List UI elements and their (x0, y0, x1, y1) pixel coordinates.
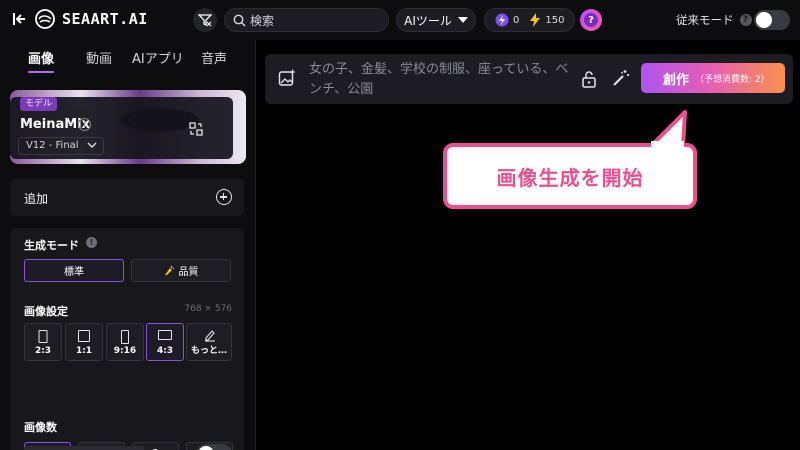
mode-quality-button[interactable]: 品質 (131, 259, 231, 282)
prompt-input[interactable]: 女の子、金髪、学校の制服、座っている、ベンチ、公園 (309, 60, 569, 100)
filter-icon (198, 14, 212, 27)
swap-model-icon[interactable] (188, 121, 204, 137)
cut-off-setting-label (24, 446, 144, 450)
ratio-portrait-icon (38, 330, 48, 343)
seaart-logo-icon (35, 9, 55, 29)
legacy-mode-label: 従来モード (676, 13, 734, 27)
model-badge: モデル (20, 97, 58, 111)
callout-pointer-mask (651, 141, 684, 149)
prompt-bar: 女の子、金髪、学校の制服、座っている、ベンチ、公園 創作 （予想消費数: 2） (265, 54, 793, 104)
lightning-icon (530, 13, 541, 27)
ai-tools-label: AIツール (404, 13, 452, 28)
ratio-landscape-icon (158, 330, 172, 340)
ai-tools-dropdown[interactable]: AIツール (396, 8, 476, 32)
top-bar: SEAART.AI 検索 AIツール 0 150 ? 従来モード ? (0, 0, 800, 40)
caret-down-icon (457, 16, 468, 23)
start-generation-callout: 画像生成を開始 (443, 143, 697, 209)
quality-icon (164, 265, 174, 275)
generation-mode-help-icon[interactable]: ! (86, 237, 97, 248)
image-count-label: 画像数 (24, 421, 57, 434)
mode-standard-label: 標準 (64, 267, 84, 278)
credits-display[interactable]: 0 150 (484, 8, 575, 32)
cut-off-setting-toggle[interactable] (196, 444, 232, 450)
magic-wand-icon[interactable] (612, 69, 630, 87)
stamina-icon (495, 13, 509, 27)
ratio-more-button[interactable]: もっと… (186, 323, 232, 361)
ratio-4-3-label: 4:3 (156, 346, 174, 356)
ratio-tall-icon (121, 330, 129, 344)
callout-text: 画像生成を開始 (496, 165, 644, 190)
create-label: 創作 (663, 72, 690, 88)
search-icon (233, 14, 246, 26)
question-icon: ? (584, 13, 598, 27)
plus-circle-icon[interactable] (216, 189, 232, 205)
image-dimensions: 768 × 576 (184, 304, 232, 314)
add-section[interactable]: 追加 (10, 178, 244, 216)
ratio-9-16-label: 9:16 (113, 346, 137, 356)
mode-quality-label: 品質 (178, 267, 199, 278)
legacy-mode: 従来モード ? (676, 12, 752, 28)
model-info-panel[interactable]: モデル MeinaMix i V12 - Final (10, 97, 233, 159)
create-cost: （予想消費数: 2） (695, 74, 770, 85)
unlock-icon[interactable] (581, 70, 597, 88)
info-icon[interactable]: i (78, 118, 91, 131)
search-placeholder: 検索 (250, 13, 275, 28)
logo-text: SEAART.AI (62, 10, 148, 28)
image-upload-icon[interactable] (278, 69, 296, 87)
mode-standard-button[interactable]: 標準 (24, 259, 124, 282)
collapse-sidebar-icon[interactable] (12, 10, 28, 28)
chevron-down-icon (87, 142, 97, 148)
tab-ai-apps[interactable]: AIアプリ (132, 48, 184, 67)
search-input[interactable]: 検索 (224, 8, 389, 32)
filter-button[interactable] (193, 8, 217, 32)
ratio-more-label: もっと… (190, 346, 227, 356)
sidebar-tabs: 画像 動画 AIアプリ 音声 (0, 40, 256, 76)
ratio-2-3-button[interactable]: 2:3 (24, 323, 62, 361)
model-version-select[interactable]: V12 - Final (18, 137, 104, 155)
ratio-1-1-button[interactable]: 1:1 (65, 323, 103, 361)
credits-b: 150 (545, 14, 565, 26)
ratio-1-1-label: 1:1 (75, 346, 93, 356)
legacy-mode-toggle[interactable] (754, 10, 790, 30)
credits-a: 0 (513, 14, 520, 26)
ratio-2-3-label: 2:3 (34, 346, 52, 356)
tab-audio[interactable]: 音声 (201, 48, 227, 67)
tab-video[interactable]: 動画 (86, 48, 112, 67)
model-version-value: V12 - Final (26, 140, 79, 151)
sidebar: 画像 動画 AIアプリ 音声 モデル MeinaMix i V12 - Fina… (0, 40, 256, 450)
edit-icon (205, 330, 215, 342)
add-label: 追加 (24, 192, 49, 206)
ratio-square-icon (78, 330, 90, 342)
active-tab-indicator (28, 71, 54, 73)
help-button[interactable]: ? (580, 9, 602, 31)
legacy-help-icon[interactable]: ? (739, 14, 752, 26)
tab-image[interactable]: 画像 (28, 48, 54, 67)
generation-mode-label: 生成モード (24, 239, 79, 252)
settings-panel: 生成モード ! 標準 品質 画像設定 768 × 576 2:3 1:1 9:1… (10, 228, 244, 450)
logo[interactable]: SEAART.AI (34, 8, 148, 30)
ratio-4-3-button[interactable]: 4:3 (146, 323, 184, 361)
create-button[interactable]: 創作 （予想消費数: 2） (641, 63, 785, 93)
ratio-9-16-button[interactable]: 9:16 (106, 323, 144, 361)
image-settings-label: 画像設定 (24, 305, 68, 318)
